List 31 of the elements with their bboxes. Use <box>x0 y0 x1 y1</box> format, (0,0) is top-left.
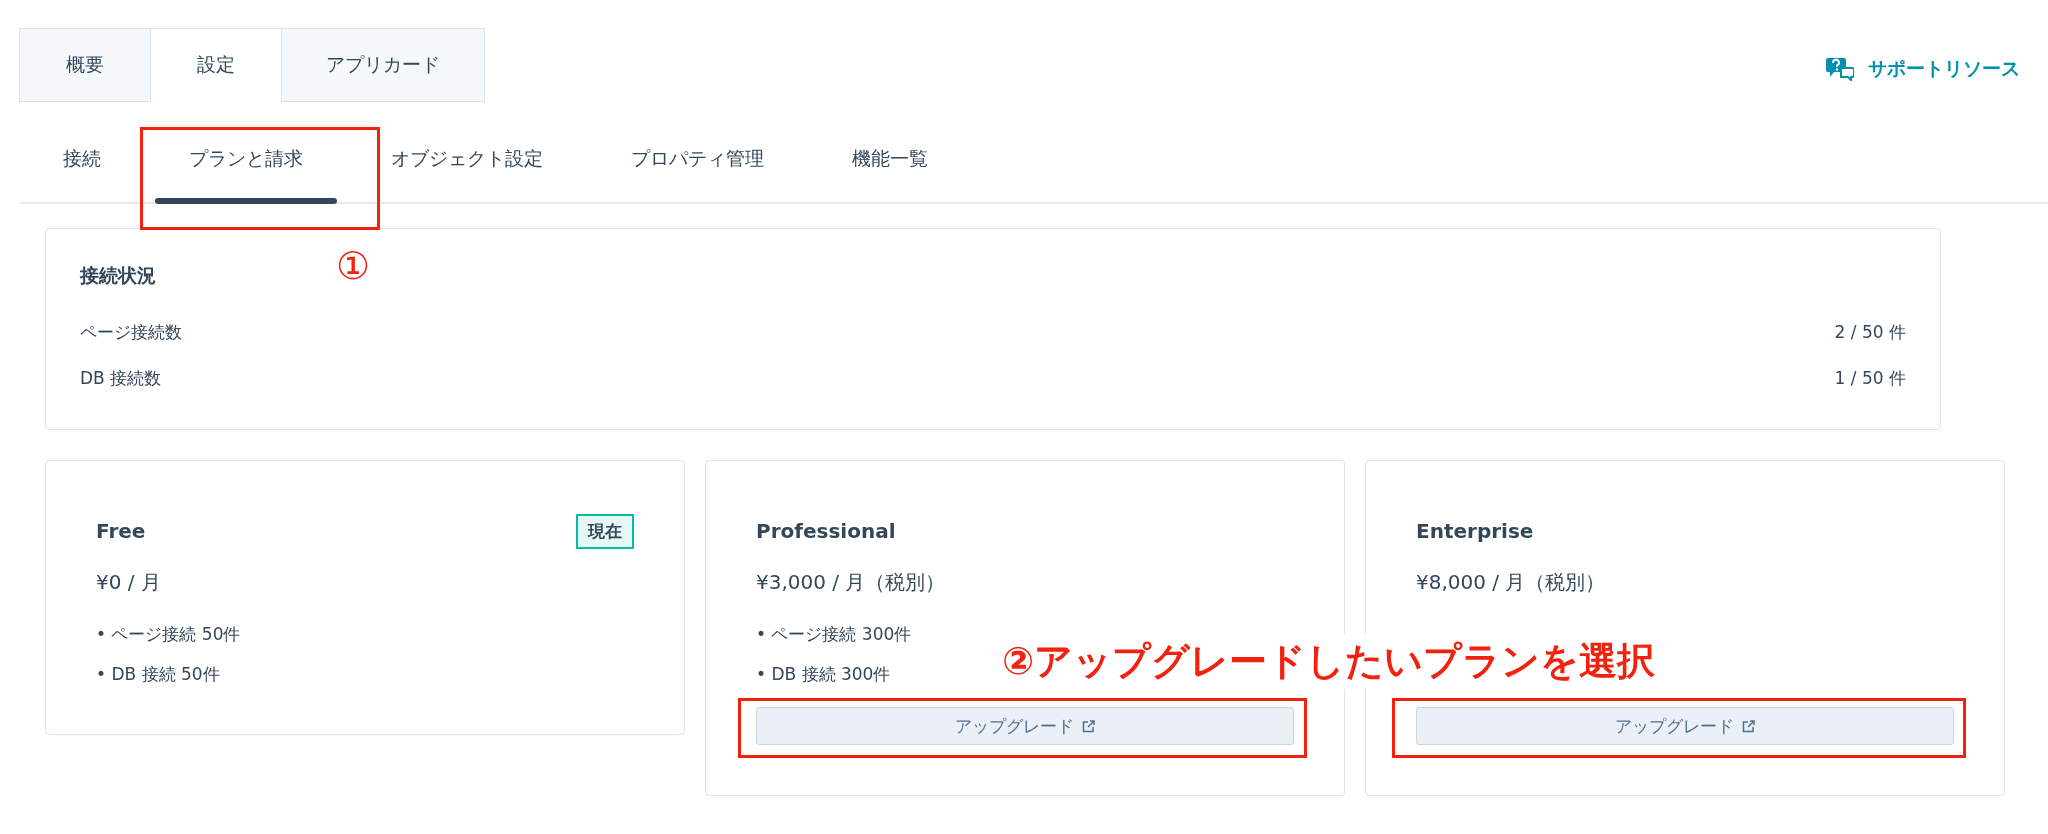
tab[interactable]: アプリカード <box>281 28 485 102</box>
plan-name: Free <box>96 519 146 543</box>
upgrade-button[interactable]: アップグレード <box>756 707 1294 745</box>
plan-feature: • ページ接続 300件 <box>756 622 912 646</box>
support-link[interactable]: サポートリソース <box>1826 56 2020 82</box>
row-value: 2 / 50 件 <box>1834 320 1906 344</box>
tab[interactable]: 設定 <box>150 28 282 102</box>
section-title: 接続状況 <box>80 263 156 288</box>
plan-feature: • DB 接続 300件 <box>756 662 891 686</box>
row-label: DB 接続数 <box>80 366 162 390</box>
plan-price: ¥3,000 / 月（税別） <box>756 569 947 596</box>
row-value: 1 / 50 件 <box>1834 366 1906 390</box>
help-chat-icon <box>1826 57 1854 81</box>
subtab[interactable]: 機能一覧 <box>808 126 972 202</box>
plan-feature: • ページ接続 50件 <box>96 622 241 646</box>
current-badge: 現在 <box>576 513 634 549</box>
plan-price: ¥0 / 月 <box>96 569 162 596</box>
subtab[interactable]: プランと請求 <box>145 126 347 202</box>
upgrade-button[interactable]: アップグレード <box>1416 707 1954 745</box>
step-number: ① <box>336 244 371 288</box>
subtab[interactable]: オブジェクト設定 <box>347 126 587 202</box>
plan-name: Professional <box>756 519 896 543</box>
plan-price: ¥8,000 / 月（税別） <box>1416 569 1607 596</box>
subtab[interactable]: 接続 <box>20 126 145 202</box>
external-link-icon <box>1082 719 1095 733</box>
plan-name: Enterprise <box>1416 519 1534 543</box>
external-link-icon <box>1742 719 1755 733</box>
row-label: ページ接続数 <box>80 320 182 344</box>
subtab[interactable]: プロパティ管理 <box>587 126 808 202</box>
tab[interactable]: 概要 <box>19 28 151 102</box>
plan-feature: • DB 接続 50件 <box>96 662 220 686</box>
